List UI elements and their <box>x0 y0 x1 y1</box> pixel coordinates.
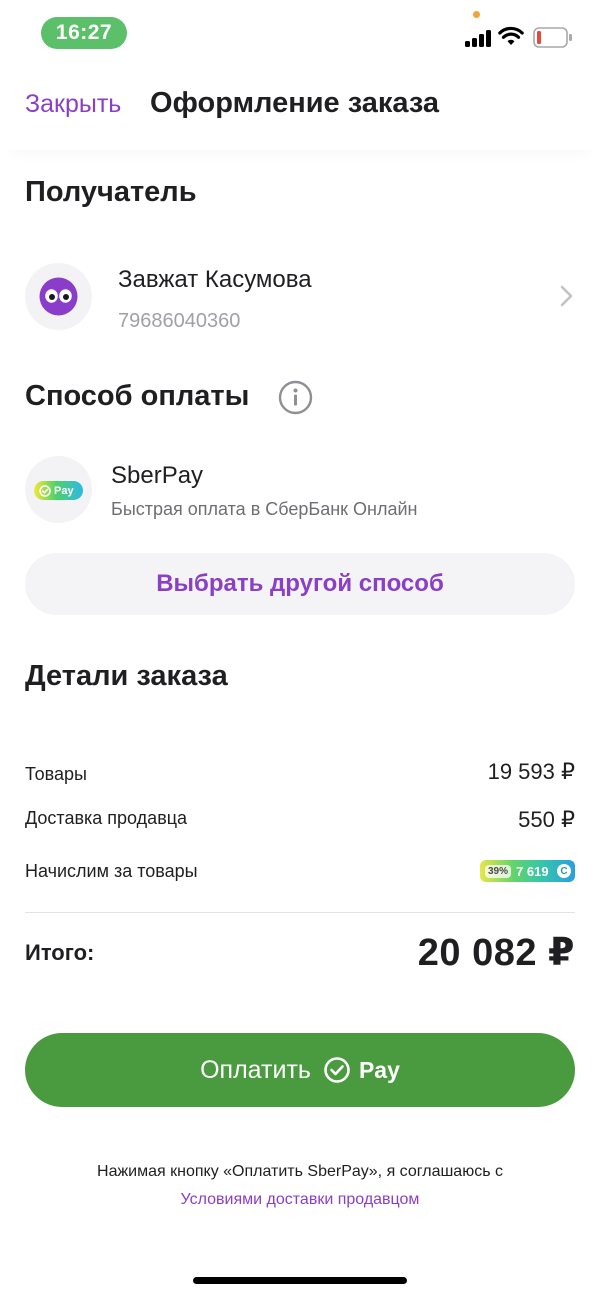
privacy-indicator-dot <box>473 11 480 18</box>
recipient-row[interactable]: Завжат Касумова 79686040360 <box>25 258 575 338</box>
pay-button-label: Оплатить <box>200 1055 311 1084</box>
home-indicator[interactable] <box>193 1277 407 1284</box>
pay-button-suffix: Pay <box>358 1056 400 1083</box>
total-value: 20 082 ₽ <box>417 932 575 974</box>
agreement-line: Нажимая кнопку «Оплатить SberPay», я сог… <box>97 1163 503 1180</box>
signal-icon <box>465 29 491 47</box>
header: Закрыть Оформление заказа <box>0 60 600 150</box>
payment-method-name: SberPay <box>111 462 204 489</box>
detail-label: Начислим за товары <box>25 861 198 881</box>
detail-label: Товары <box>25 764 87 784</box>
pay-button[interactable]: Оплатить Pay <box>25 1033 575 1107</box>
payment-method-row: Pay SberPay Быстрая оплата в СберБанк Он… <box>25 456 575 526</box>
divider <box>25 912 575 913</box>
bonus-badge: 39% 7 619 С <box>480 860 575 882</box>
delivery-terms-link[interactable]: Условиями доставки продавцом <box>181 1191 420 1208</box>
detail-value: 19 593 ₽ <box>487 759 575 784</box>
battery-icon <box>533 27 572 48</box>
status-time: 16:27 <box>41 17 127 49</box>
order-details-section-title: Детали заказа <box>25 660 228 692</box>
sberpay-check-icon <box>324 1057 350 1083</box>
total-label: Итого: <box>25 940 95 965</box>
wifi-icon <box>498 26 524 45</box>
detail-label: Доставка продавца <box>25 808 188 828</box>
close-button[interactable]: Закрыть <box>25 90 121 119</box>
payment-section-title: Способ оплаты <box>25 380 250 412</box>
recipient-name: Завжат Касумова <box>118 266 312 293</box>
detail-row-goods: Товары 19 593 ₽ <box>25 756 575 796</box>
bonus-coin-icon: С <box>557 864 571 878</box>
sberpay-logo: Pay <box>25 456 92 523</box>
detail-row-bonus: Начислим за товары 39% 7 619 С <box>25 858 575 898</box>
choose-other-method-button[interactable]: Выбрать другой способ <box>25 553 575 615</box>
recipient-phone: 79686040360 <box>118 310 241 332</box>
status-bar: 16:27 <box>0 0 600 60</box>
detail-row-delivery: Доставка продавца 550 ₽ <box>25 802 575 842</box>
sberpay-badge-text: Pay <box>54 484 74 497</box>
page-title: Оформление заказа <box>150 87 440 119</box>
sberpay-check-icon <box>39 484 51 497</box>
agreement-text: Нажимая кнопку «Оплатить SberPay», я сог… <box>0 1158 600 1214</box>
info-icon[interactable] <box>278 380 313 415</box>
sberpay-badge: Pay <box>34 481 83 500</box>
recipient-section-title: Получатель <box>25 176 197 208</box>
payment-method-description: Быстрая оплата в СберБанк Онлайн <box>111 499 418 519</box>
avatar <box>25 263 92 330</box>
detail-value: 550 ₽ <box>518 807 575 832</box>
eyes-avatar-icon <box>39 277 78 316</box>
bonus-percent: 39% <box>485 864 512 878</box>
chevron-right-icon <box>560 285 573 307</box>
bonus-amount: 7 619 <box>516 863 549 879</box>
